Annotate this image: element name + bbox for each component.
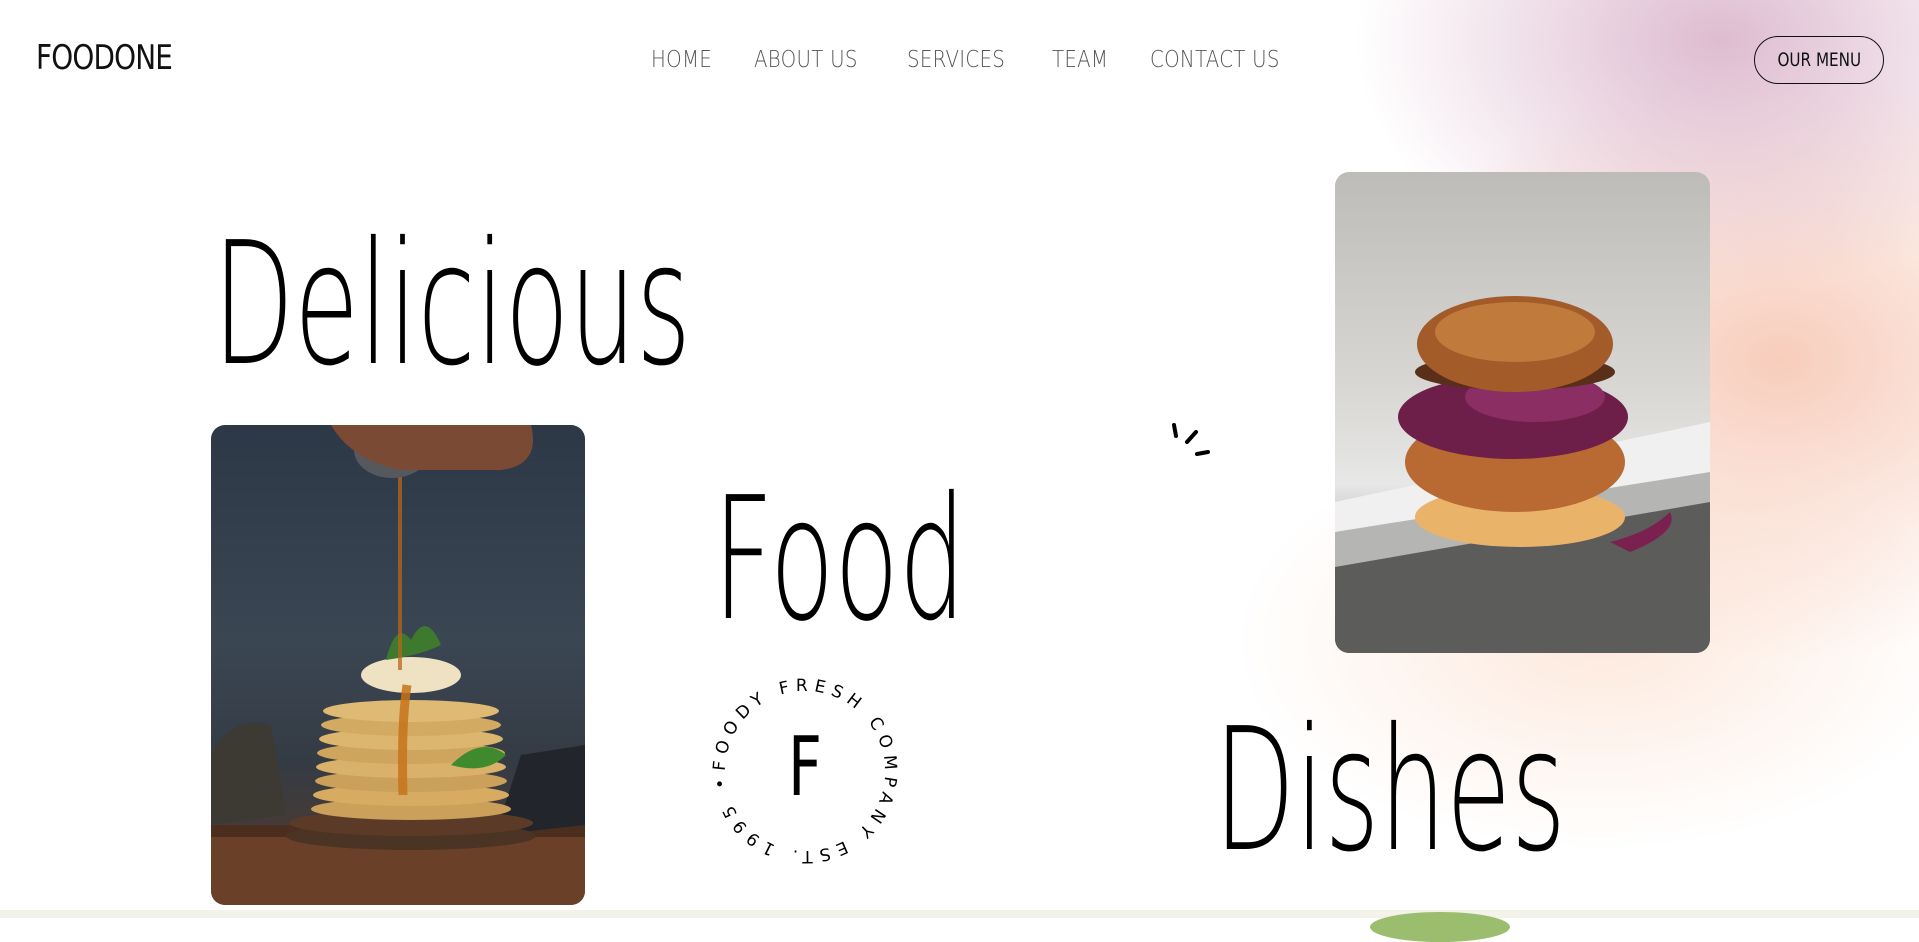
spark-lines-icon: [1172, 423, 1210, 456]
brand-logo[interactable]: FOODONE: [36, 38, 173, 78]
nav-link-home[interactable]: HOME: [651, 47, 712, 73]
nav-link-contact-us[interactable]: CONTACT US: [1150, 47, 1280, 73]
nav-link-about-us[interactable]: ABOUT US: [754, 47, 858, 73]
hero-word-food: Food: [713, 461, 966, 659]
est-badge: FOODY FRESH COMPANY EST. 1995 • F: [710, 676, 895, 866]
pancakes-photo: [211, 425, 585, 905]
main-nav: HOME ABOUT US SERVICES TEAM CONTACT US: [651, 47, 1301, 73]
nav-link-services[interactable]: SERVICES: [907, 47, 1005, 73]
next-section-edge: [0, 910, 1919, 918]
our-menu-button[interactable]: OUR MENU: [1754, 36, 1884, 84]
nav-link-team[interactable]: TEAM: [1052, 47, 1108, 73]
hero-word-dishes: Dishes: [1214, 692, 1566, 890]
our-menu-button-label: OUR MENU: [1777, 49, 1861, 71]
burger-illustration: [1335, 296, 1710, 653]
burger-photo: [1335, 172, 1710, 653]
hero-word-delicious: Delicious: [213, 206, 692, 404]
next-section-image-peek: [1370, 912, 1510, 942]
badge-letter: F: [788, 719, 822, 814]
pancakes-illustration: [211, 425, 585, 905]
